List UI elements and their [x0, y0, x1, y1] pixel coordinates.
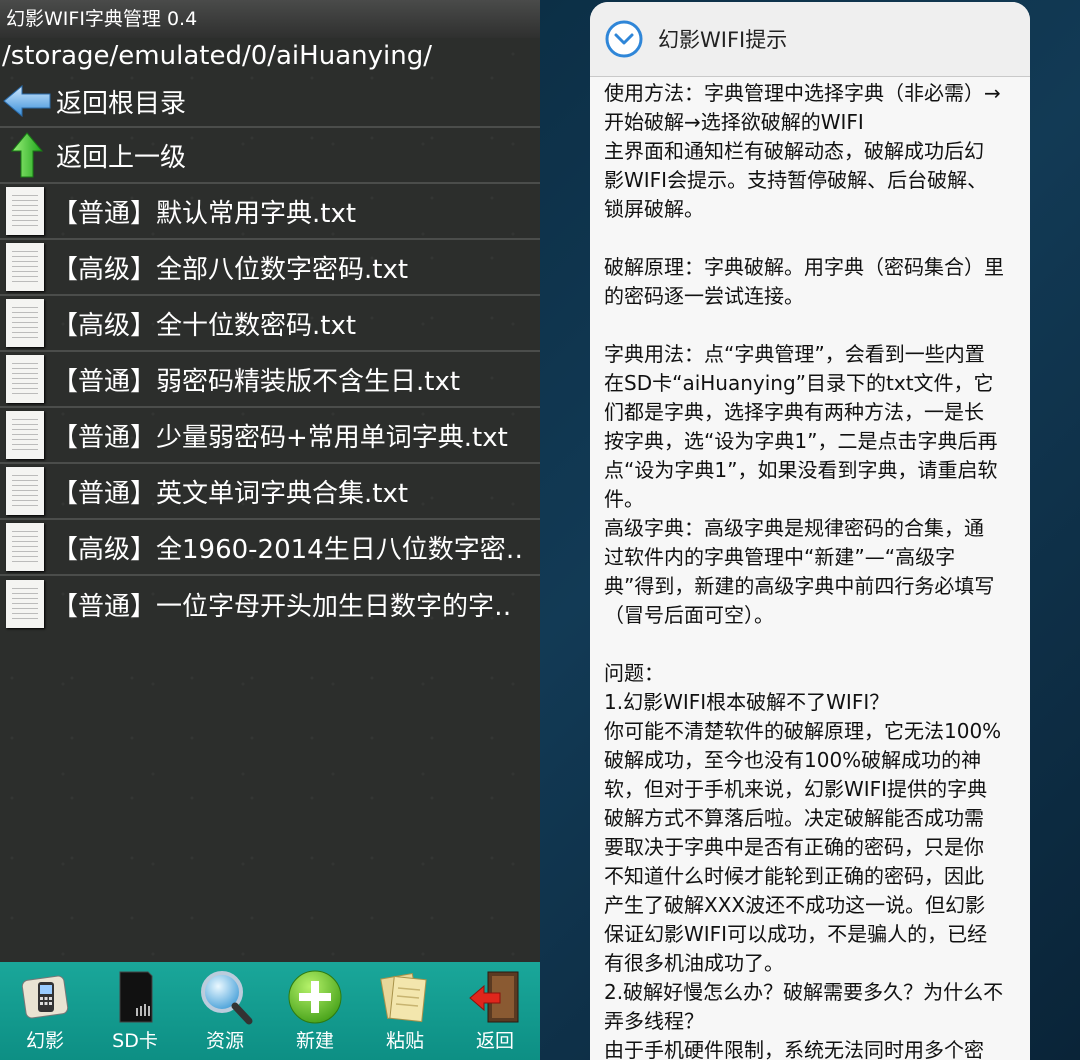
text-file-icon — [0, 522, 50, 572]
paste-label: 粘贴 — [385, 1030, 424, 1052]
resource-button[interactable]: 资源 — [181, 962, 269, 1060]
file-item[interactable]: 【普通】英文单词字典合集.txt — [0, 464, 540, 520]
app-title-bar: 幻影WIFI字典管理 0.4 — [0, 0, 540, 38]
chevron-down-icon[interactable] — [604, 19, 644, 59]
background-pane: 幻影WIFI提示 使用方法：字典管理中选择字典（非必需）→ 开始破解→选择欲破解… — [540, 0, 1080, 1060]
file-item[interactable]: 【普通】少量弱密码+常用单词字典.txt — [0, 408, 540, 464]
text-file-icon — [0, 186, 50, 236]
paste-icon — [376, 968, 434, 1026]
text-file-icon — [0, 354, 50, 404]
nav-root-label: 返回根目录 — [56, 88, 187, 119]
resource-label: 资源 — [205, 1030, 244, 1052]
paste-button[interactable]: 粘贴 — [361, 962, 449, 1060]
bottom-toolbar: 幻影 SD卡 资源 新建 粘贴 返回 — [0, 962, 540, 1060]
exit-button[interactable]: 返回 — [451, 962, 539, 1060]
dialog-body-text: 使用方法：字典管理中选择字典（非必需）→ 开始破解→选择欲破解的WIFI 主界面… — [604, 81, 1004, 1060]
file-name: 【普通】一位字母开头加生日数字的字‥ — [52, 591, 512, 622]
sd-card-button[interactable]: SD卡 — [91, 962, 179, 1060]
text-file-icon — [0, 466, 50, 516]
file-list: 返回根目录 返回上一级 【普通】默认常用字典.txt 【高级】全部八位数字密码.… — [0, 76, 540, 632]
exit-label: 返回 — [475, 1030, 514, 1052]
nav-up-label: 返回上一级 — [56, 142, 187, 173]
file-item[interactable]: 【高级】全部八位数字密码.txt — [0, 240, 540, 296]
back-arrow-icon — [0, 76, 54, 126]
up-arrow-icon — [0, 130, 54, 180]
nav-up-row[interactable]: 返回上一级 — [0, 128, 540, 184]
file-name: 【普通】少量弱密码+常用单词字典.txt — [52, 422, 508, 453]
text-file-icon — [0, 410, 50, 460]
magnifier-icon — [196, 968, 254, 1026]
current-path: /storage/emulated/0/aiHuanying/ — [2, 41, 432, 71]
file-item[interactable]: 【普通】弱密码精装版不含生日.txt — [0, 352, 540, 408]
file-name: 【高级】全十位数密码.txt — [52, 310, 357, 341]
file-item[interactable]: 【普通】一位字母开头加生日数字的字‥ — [0, 576, 540, 632]
exit-door-icon — [466, 968, 524, 1026]
file-manager-pane: 幻影WIFI字典管理 0.4 /storage/emulated/0/aiHua… — [0, 0, 540, 1060]
huanying-button[interactable]: 幻影 — [1, 962, 89, 1060]
plus-icon — [286, 968, 344, 1026]
huanying-label: 幻影 — [25, 1030, 64, 1052]
new-button[interactable]: 新建 — [271, 962, 359, 1060]
nav-root-row[interactable]: 返回根目录 — [0, 76, 540, 128]
text-file-icon — [0, 242, 50, 292]
file-name: 【普通】英文单词字典合集.txt — [52, 478, 409, 509]
dialog-title: 幻影WIFI提示 — [658, 28, 788, 52]
tips-dialog: 幻影WIFI提示 使用方法：字典管理中选择字典（非必需）→ 开始破解→选择欲破解… — [590, 2, 1030, 1060]
text-file-icon — [0, 579, 50, 629]
file-name: 【高级】全部八位数字密码.txt — [52, 254, 409, 285]
file-item[interactable]: 【高级】全十位数密码.txt — [0, 296, 540, 352]
file-item[interactable]: 【普通】默认常用字典.txt — [0, 184, 540, 240]
file-name: 【普通】弱密码精装版不含生日.txt — [52, 366, 461, 397]
file-item[interactable]: 【高级】全1960-2014生日八位数字密‥ — [0, 520, 540, 576]
dialog-header: 幻影WIFI提示 — [590, 2, 1030, 77]
file-name: 【高级】全1960-2014生日八位数字密‥ — [52, 534, 524, 565]
phone-icon — [16, 968, 74, 1026]
file-name: 【普通】默认常用字典.txt — [52, 198, 357, 229]
app-title: 幻影WIFI字典管理 0.4 — [6, 8, 198, 30]
text-file-icon — [0, 298, 50, 348]
new-label: 新建 — [295, 1030, 334, 1052]
sd-card-icon — [106, 968, 164, 1026]
sd-card-label: SD卡 — [112, 1030, 158, 1052]
